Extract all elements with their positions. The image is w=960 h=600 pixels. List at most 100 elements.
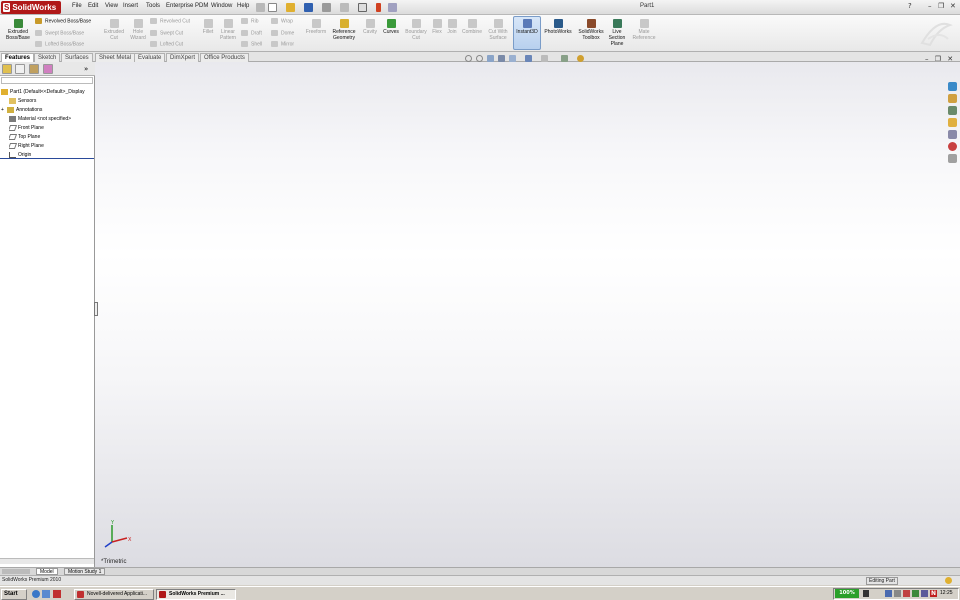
tray-network-icon[interactable] xyxy=(885,590,892,597)
menu-edit[interactable]: Edit xyxy=(88,3,98,9)
tree-item-sensors[interactable]: Sensors xyxy=(9,97,104,105)
dimxpert-manager-icon[interactable] xyxy=(43,64,53,74)
tab-office-products[interactable]: Office Products xyxy=(200,53,249,62)
tab-dimxpert[interactable]: DimXpert xyxy=(166,53,200,62)
linear-pattern-button[interactable]: Linear Pattern xyxy=(217,17,239,41)
fillet-button[interactable]: Fillet xyxy=(200,17,216,35)
draft-button[interactable]: Draft xyxy=(241,30,262,36)
tree-item-front-plane[interactable]: Front Plane xyxy=(9,124,104,132)
tab-evaluate[interactable]: Evaluate xyxy=(134,53,166,62)
rib-button[interactable]: Rib xyxy=(241,18,259,24)
horizontal-scrollbar[interactable] xyxy=(0,558,94,564)
menu-enterprise-pdm[interactable]: Enterprise PDM xyxy=(166,3,208,9)
tab-sketch[interactable]: Sketch xyxy=(34,53,61,62)
undo-icon[interactable] xyxy=(340,3,349,12)
tray-novell-icon[interactable]: N xyxy=(930,590,937,597)
restore-button[interactable]: ❐ xyxy=(938,2,944,10)
show-desktop-icon[interactable] xyxy=(42,590,50,598)
live-section-plane-button[interactable]: Live Section Plane xyxy=(606,17,628,47)
edit-appearance-icon[interactable] xyxy=(561,55,568,62)
lofted-cut-button[interactable]: Lofted Cut xyxy=(150,41,183,47)
zoom-to-fit-icon[interactable] xyxy=(465,55,472,62)
menu-view[interactable]: View xyxy=(105,3,118,9)
tab-scroll-arrows[interactable] xyxy=(2,569,30,574)
graphics-area[interactable] xyxy=(95,62,960,568)
zoom-indicator[interactable]: 100% xyxy=(835,589,859,598)
save-icon[interactable] xyxy=(304,3,313,12)
dome-button[interactable]: Dome xyxy=(271,30,294,36)
reference-geometry-button[interactable]: Reference Geometry xyxy=(330,17,358,41)
instant3d-button[interactable]: Instant3D xyxy=(513,17,541,35)
solidworks-quicklaunch-icon[interactable] xyxy=(53,590,61,598)
taskbar-solidworks[interactable]: SolidWorks Premium ... xyxy=(156,589,236,600)
tree-item-material[interactable]: Material <not specified> xyxy=(9,115,104,123)
tab-features[interactable]: Features xyxy=(1,53,35,62)
section-view-icon[interactable] xyxy=(498,55,505,62)
collapse-panel-icon[interactable]: » xyxy=(84,65,88,73)
design-library-icon[interactable] xyxy=(948,94,957,103)
tree-filter-input[interactable] xyxy=(1,77,93,84)
viewport-minimize-button[interactable]: – xyxy=(925,55,929,63)
select-icon[interactable] xyxy=(358,3,367,12)
property-manager-icon[interactable] xyxy=(15,64,25,74)
appearances-icon[interactable] xyxy=(948,142,957,151)
options-icon[interactable] xyxy=(388,3,397,12)
tree-item-right-plane[interactable]: Right Plane xyxy=(9,142,104,150)
revolved-boss-button[interactable]: Revolved Boss/Base xyxy=(35,18,91,24)
display-style-icon[interactable] xyxy=(525,55,532,62)
print-icon[interactable] xyxy=(322,3,331,12)
taskbar-novell[interactable]: Novell-delivered Applicati... xyxy=(74,589,154,600)
tree-root-part1[interactable]: Part1 (Default<<Default>_Display xyxy=(1,88,96,96)
wrap-button[interactable]: Wrap xyxy=(271,18,293,24)
curves-button[interactable]: Curves xyxy=(381,17,401,35)
cavity-button[interactable]: Cavity xyxy=(360,17,380,35)
tray-volume-icon[interactable] xyxy=(894,590,901,597)
mate-reference-button[interactable]: Mate Reference xyxy=(630,17,658,41)
help-icon[interactable]: ? xyxy=(908,2,912,10)
swept-cut-button[interactable]: Swept Cut xyxy=(150,30,183,36)
menu-insert[interactable]: Insert xyxy=(123,3,138,9)
photoworks-button[interactable]: PhotoWorks xyxy=(543,17,573,35)
tray-app-icon[interactable] xyxy=(863,590,869,597)
solidworks-toolbox-button[interactable]: SolidWorks Toolbox xyxy=(576,17,606,41)
minimize-button[interactable]: – xyxy=(928,2,932,10)
rebuild-status-icon[interactable] xyxy=(945,577,952,584)
freeform-button[interactable]: Freeform xyxy=(304,17,328,35)
extruded-cut-button[interactable]: Extruded Cut xyxy=(100,17,128,41)
rebuild-icon[interactable] xyxy=(376,3,381,12)
cut-with-surface-button[interactable]: Cut With Surface xyxy=(485,17,511,41)
shell-button[interactable]: Shell xyxy=(241,41,262,47)
tree-item-annotations[interactable]: + Annotations xyxy=(1,106,96,114)
mirror-button[interactable]: Mirror xyxy=(271,41,294,47)
apply-scene-icon[interactable] xyxy=(577,55,584,62)
revolved-cut-button[interactable]: Revolved Cut xyxy=(150,18,190,24)
hide-show-items-icon[interactable] xyxy=(541,55,548,62)
tray-security-icon[interactable] xyxy=(903,590,910,597)
tab-surfaces[interactable]: Surfaces xyxy=(61,53,93,62)
previous-view-icon[interactable] xyxy=(487,55,494,62)
custom-properties-icon[interactable] xyxy=(948,154,957,163)
extruded-boss-button[interactable]: Extruded Boss/Base xyxy=(3,17,33,41)
tab-motion-study-1[interactable]: Motion Study 1 xyxy=(64,568,106,575)
join-button[interactable]: Join xyxy=(445,17,459,35)
menu-window[interactable]: Window xyxy=(211,3,232,9)
viewport-close-button[interactable]: ✕ xyxy=(947,55,953,63)
search-folder-icon[interactable] xyxy=(948,118,957,127)
tray-update-icon[interactable] xyxy=(912,590,919,597)
viewport-restore-button[interactable]: ❐ xyxy=(935,55,941,63)
solidworks-resources-icon[interactable] xyxy=(948,82,957,91)
swept-boss-button[interactable]: Swept Boss/Base xyxy=(35,30,84,36)
boundary-cut-button[interactable]: Boundary Cut xyxy=(403,17,429,41)
menu-tools[interactable]: Tools xyxy=(146,3,160,9)
rollback-bar[interactable] xyxy=(0,158,94,159)
menu-help[interactable]: Help xyxy=(237,3,249,9)
hole-wizard-button[interactable]: Hole Wizard xyxy=(128,17,148,41)
file-explorer-icon[interactable] xyxy=(948,106,957,115)
tab-sheet-metal[interactable]: Sheet Metal xyxy=(95,53,136,62)
open-folder-icon[interactable] xyxy=(286,3,295,12)
tab-model[interactable]: Model xyxy=(36,568,58,575)
start-button[interactable]: Start xyxy=(1,589,27,600)
combine-button[interactable]: Combine xyxy=(460,17,484,35)
feature-manager-icon[interactable] xyxy=(2,64,12,74)
lofted-boss-button[interactable]: Lofted Boss/Base xyxy=(35,41,84,47)
